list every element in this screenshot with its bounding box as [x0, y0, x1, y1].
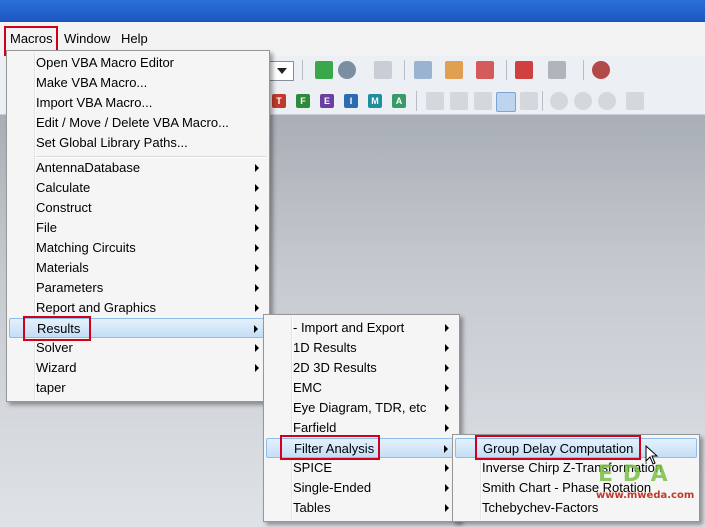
stop-icon[interactable]: [592, 61, 610, 79]
menu-item-solver[interactable]: Solver: [9, 338, 267, 358]
submenu-arrow-icon: [445, 504, 449, 512]
toolbar-separator: [416, 91, 417, 111]
view-active-icon[interactable]: [496, 92, 516, 112]
menu-window[interactable]: Window: [64, 31, 110, 46]
menu-item-1d-results[interactable]: 1D Results: [266, 338, 457, 358]
monitor-icon[interactable]: [445, 61, 463, 79]
submenu-arrow-icon: [255, 204, 259, 212]
toolbar-separator: [404, 60, 405, 80]
menu-item-global-library-paths[interactable]: Set Global Library Paths...: [9, 133, 267, 153]
menu-item-wizard[interactable]: Wizard: [9, 358, 267, 378]
menu-item-make-vba-macro[interactable]: Make VBA Macro...: [9, 73, 267, 93]
solver-f-icon[interactable]: F: [296, 94, 310, 108]
watermark-url: www.mweda.com: [596, 490, 695, 501]
view-icon[interactable]: [520, 92, 538, 110]
submenu-arrow-icon: [255, 244, 259, 252]
target-icon[interactable]: [574, 92, 592, 110]
view-icon[interactable]: [474, 92, 492, 110]
toolbar-dropdown[interactable]: [266, 61, 294, 81]
menu-item-tables[interactable]: Tables: [266, 498, 457, 518]
results-submenu: - Import and Export 1D Results 2D 3D Res…: [263, 314, 460, 522]
probe-icon[interactable]: [476, 61, 494, 79]
toolbar-separator: [302, 60, 303, 80]
submenu-arrow-icon: [255, 164, 259, 172]
submenu-arrow-icon: [255, 284, 259, 292]
menu-item-materials[interactable]: Materials: [9, 258, 267, 278]
submenu-arrow-icon: [255, 224, 259, 232]
menu-item-import-and-export[interactable]: - Import and Export: [266, 318, 457, 338]
submenu-arrow-icon: [445, 404, 449, 412]
menu-item-import-vba-macro[interactable]: Import VBA Macro...: [9, 93, 267, 113]
menu-item-matching-circuits[interactable]: Matching Circuits: [9, 238, 267, 258]
menu-item-taper[interactable]: taper: [9, 378, 267, 398]
menu-item-antennadatabase[interactable]: AntennaDatabase: [9, 158, 267, 178]
menu-item-2d-3d-results[interactable]: 2D 3D Results: [266, 358, 457, 378]
pick-icon[interactable]: [548, 61, 566, 79]
submenu-arrow-icon: [255, 184, 259, 192]
menu-help[interactable]: Help: [121, 31, 148, 46]
watermark-logo: E D A: [598, 462, 669, 487]
highlight-group-delay: [475, 435, 641, 460]
submenu-arrow-icon: [445, 324, 449, 332]
toolbar-separator: [583, 60, 584, 80]
submenu-arrow-icon: [445, 484, 449, 492]
percent-icon[interactable]: [515, 61, 533, 79]
solver-e-icon[interactable]: E: [320, 94, 334, 108]
submenu-arrow-icon: [255, 344, 259, 352]
target-icon[interactable]: [550, 92, 568, 110]
solver-t-icon[interactable]: T: [272, 94, 286, 108]
highlight-results: [23, 316, 91, 341]
toolbar-separator: [542, 91, 543, 111]
settings-icon[interactable]: [626, 92, 644, 110]
submenu-arrow-icon: [445, 344, 449, 352]
toolbar-separator: [506, 60, 507, 80]
submenu-arrow-icon: [255, 364, 259, 372]
menu-item-construct[interactable]: Construct: [9, 198, 267, 218]
submenu-arrow-icon: [444, 445, 448, 453]
window-titlebar: [0, 0, 705, 22]
menu-item-spice[interactable]: SPICE: [266, 458, 457, 478]
view-icon[interactable]: [426, 92, 444, 110]
submenu-arrow-icon: [445, 364, 449, 372]
solid-cube-icon[interactable]: [315, 61, 333, 79]
solver-m-icon[interactable]: M: [368, 94, 382, 108]
view-icon[interactable]: [450, 92, 468, 110]
solver-a-icon[interactable]: A: [392, 94, 406, 108]
menu-item-calculate[interactable]: Calculate: [9, 178, 267, 198]
highlight-filter-analysis: [280, 435, 380, 460]
submenu-arrow-icon: [255, 304, 259, 312]
menu-item-single-ended[interactable]: Single-Ended: [266, 478, 457, 498]
menu-item-parameters[interactable]: Parameters: [9, 278, 267, 298]
menu-item-tchebychev-factors[interactable]: Tchebychev-Factors: [455, 498, 697, 518]
submenu-arrow-icon: [445, 384, 449, 392]
submenu-arrow-icon: [445, 464, 449, 472]
menu-item-open-vba-editor[interactable]: Open VBA Macro Editor: [9, 53, 267, 73]
menu-item-edit-move-delete[interactable]: Edit / Move / Delete VBA Macro...: [9, 113, 267, 133]
submenu-arrow-icon: [254, 325, 258, 333]
menu-item-report-and-graphics[interactable]: Report and Graphics: [9, 298, 267, 318]
gear-icon[interactable]: [338, 61, 356, 79]
target-icon[interactable]: [598, 92, 616, 110]
submenu-arrow-icon: [445, 424, 449, 432]
mesh-icon[interactable]: [374, 61, 392, 79]
menu-item-eye-diagram[interactable]: Eye Diagram, TDR, etc: [266, 398, 457, 418]
menu-item-emc[interactable]: EMC: [266, 378, 457, 398]
menu-item-file[interactable]: File: [9, 218, 267, 238]
solver-i-icon[interactable]: I: [344, 94, 358, 108]
macros-menu: Open VBA Macro Editor Make VBA Macro... …: [6, 50, 270, 402]
submenu-arrow-icon: [255, 264, 259, 272]
axis-icon[interactable]: [414, 61, 432, 79]
